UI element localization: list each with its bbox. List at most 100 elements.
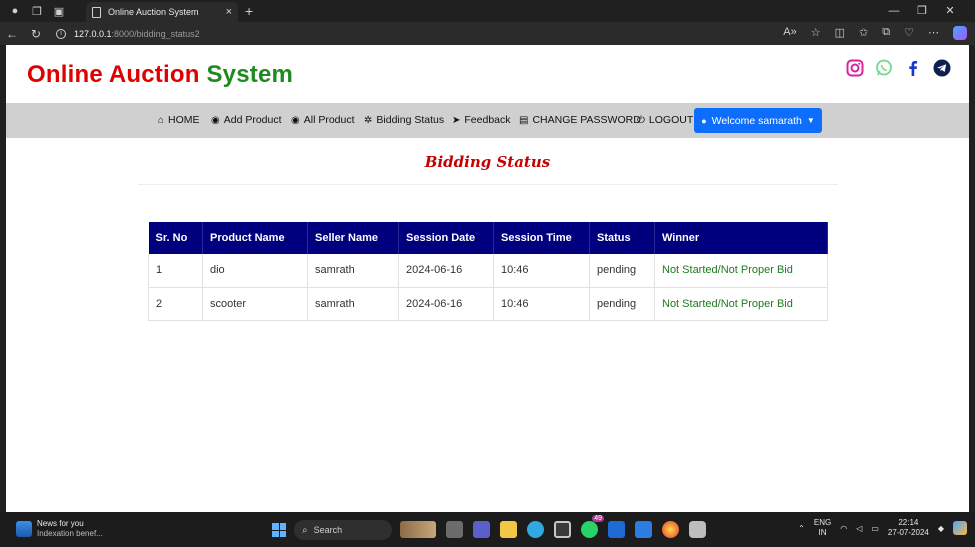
weather-icon bbox=[16, 521, 32, 537]
nav-add-product-label: Add Product bbox=[223, 114, 282, 126]
cell-sr-no: 2 bbox=[148, 287, 203, 321]
wifi-icon[interactable]: ◠ bbox=[840, 524, 847, 533]
database-icon[interactable] bbox=[689, 521, 706, 538]
cell-session-time: 10:46 bbox=[493, 254, 590, 288]
edge-icon[interactable] bbox=[527, 521, 544, 538]
web-page: Online Auction System ⌂ HOME ◉ Add Produ… bbox=[6, 45, 969, 512]
os-taskbar: News for you Indexation benef... ⌕ Searc… bbox=[0, 512, 975, 547]
nav-bidding-status-label: Bidding Status bbox=[376, 114, 445, 126]
instagram-icon[interactable] bbox=[846, 59, 864, 77]
cell-winner: Not Started/Not Proper Bid bbox=[654, 287, 828, 321]
user-icon: ● bbox=[701, 115, 707, 126]
telegram-icon[interactable] bbox=[933, 59, 951, 77]
url-host: 127.0.0.1 bbox=[74, 28, 112, 39]
cell-product-name: dio bbox=[202, 254, 308, 288]
whatsapp-icon[interactable] bbox=[875, 59, 893, 77]
file-explorer-icon[interactable] bbox=[500, 521, 517, 538]
taskbar-search[interactable]: ⌕ Search bbox=[294, 520, 392, 540]
tab-actions-icon[interactable]: ▣ bbox=[52, 4, 66, 18]
show-hidden-icons-icon[interactable]: ⌃ bbox=[798, 524, 805, 533]
col-header-status: Status bbox=[589, 222, 655, 254]
more-icon[interactable]: ⋯ bbox=[928, 26, 939, 40]
url-field[interactable]: i 127.0.0.1 :8000/bidding_status2 bbox=[56, 28, 200, 39]
nav-all-product[interactable]: ◉ All Product bbox=[291, 114, 355, 126]
clock[interactable]: 22:14 27-07-2024 bbox=[888, 518, 929, 538]
cell-seller-name: samrath bbox=[307, 287, 399, 321]
vscode-icon[interactable] bbox=[635, 521, 652, 538]
col-header-product-name: Product Name bbox=[202, 222, 308, 254]
teams-icon[interactable] bbox=[473, 521, 490, 538]
nav-home[interactable]: ⌂ HOME bbox=[158, 114, 200, 126]
cell-sr-no: 1 bbox=[148, 254, 203, 288]
cell-status: pending bbox=[589, 287, 655, 321]
minimize-icon[interactable]: — bbox=[880, 2, 908, 20]
social-links bbox=[846, 59, 951, 77]
close-tab-icon[interactable]: × bbox=[226, 6, 232, 18]
clock-date: 27-07-2024 bbox=[887, 528, 929, 537]
volume-icon[interactable]: ◁ bbox=[856, 524, 862, 533]
language-indicator[interactable]: ENG IN bbox=[814, 518, 831, 538]
browser-tab[interactable]: Online Auction System × bbox=[86, 2, 238, 22]
settings-icon: ✲ bbox=[364, 114, 373, 126]
nav-feedback[interactable]: ➤ Feedback bbox=[452, 114, 511, 126]
store-icon[interactable] bbox=[554, 521, 571, 538]
favorites-icon[interactable]: ✩ bbox=[859, 26, 868, 40]
close-window-icon[interactable]: ✕ bbox=[936, 2, 964, 20]
site-info-icon[interactable]: i bbox=[56, 28, 66, 39]
battery-icon[interactable]: ▭ bbox=[871, 524, 879, 533]
nav-add-product[interactable]: ◉ Add Product bbox=[211, 114, 282, 126]
col-header-session-date: Session Date bbox=[398, 222, 494, 254]
user-menu-button[interactable]: ● Welcome samarath ▼ bbox=[694, 108, 822, 133]
task-view-icon[interactable] bbox=[446, 521, 463, 538]
notification-badge: 49 bbox=[592, 515, 604, 522]
favorite-star-icon[interactable]: ☆ bbox=[811, 26, 821, 40]
copilot-tray-icon[interactable] bbox=[953, 521, 967, 535]
nav-feedback-label: Feedback bbox=[464, 114, 511, 126]
collections-icon[interactable]: ⧉ bbox=[882, 26, 890, 40]
page-icon bbox=[92, 6, 101, 18]
language-code: ENG bbox=[813, 518, 832, 527]
copilot-icon[interactable] bbox=[953, 26, 967, 40]
back-icon[interactable]: ← bbox=[0, 27, 24, 41]
notification-bell-icon[interactable]: ◆ bbox=[938, 524, 944, 533]
browser-essentials-icon[interactable]: ♡ bbox=[904, 26, 914, 40]
browser-tab-bar: ● ❐ ▣ Online Auction System × + — ❐ ✕ bbox=[0, 0, 975, 22]
brand-text-green: System bbox=[206, 61, 294, 88]
notepad-icon[interactable] bbox=[608, 521, 625, 538]
refresh-icon[interactable]: ↻ bbox=[24, 27, 48, 41]
table-row: 1 dio samrath 2024-06-16 10:46 pending N… bbox=[148, 254, 828, 288]
cell-session-date: 2024-06-16 bbox=[398, 254, 494, 288]
welcome-label: Welcome samarath bbox=[711, 114, 802, 127]
main-navbar: ⌂ HOME ◉ Add Product ◉ All Product ✲ Bid… bbox=[6, 103, 969, 138]
chrome-icon[interactable] bbox=[662, 521, 679, 538]
restore-icon[interactable]: ❐ bbox=[908, 2, 936, 20]
news-widget[interactable]: News for you Indexation benef... bbox=[16, 519, 103, 539]
eye-icon: ◉ bbox=[211, 114, 220, 126]
cell-winner: Not Started/Not Proper Bid bbox=[654, 254, 828, 288]
brand-text-red: Online Auction bbox=[27, 61, 200, 88]
search-highlight-icon[interactable] bbox=[400, 521, 436, 538]
site-logo[interactable]: Online Auction System bbox=[27, 61, 293, 89]
workspaces-icon[interactable]: ❐ bbox=[30, 4, 44, 18]
nav-bidding-status[interactable]: ✲ Bidding Status bbox=[364, 114, 444, 126]
caret-down-icon: ▼ bbox=[806, 116, 815, 125]
search-label: Search bbox=[313, 525, 343, 535]
start-icon[interactable] bbox=[272, 523, 286, 537]
region-code: IN bbox=[818, 528, 827, 537]
whatsapp-app-icon[interactable]: 49 bbox=[581, 515, 604, 538]
cell-session-time: 10:46 bbox=[493, 287, 590, 321]
cell-status: pending bbox=[589, 254, 655, 288]
split-screen-icon[interactable]: ◫ bbox=[835, 26, 845, 40]
read-aloud-icon[interactable]: A» bbox=[783, 26, 796, 40]
profile-icon[interactable]: ● bbox=[8, 4, 22, 18]
news-title: News for you bbox=[37, 519, 84, 528]
nav-logout[interactable]: ⏻ LOGOUT bbox=[637, 114, 693, 126]
new-tab-icon[interactable]: + bbox=[245, 3, 253, 19]
power-icon: ⏻ bbox=[637, 114, 645, 126]
pinned-apps: 49 bbox=[400, 515, 706, 538]
cell-session-date: 2024-06-16 bbox=[398, 287, 494, 321]
nav-change-password[interactable]: ▤ CHANGE PASSWORD bbox=[519, 114, 641, 126]
col-header-seller-name: Seller Name bbox=[307, 222, 399, 254]
cell-product-name: scooter bbox=[202, 287, 308, 321]
facebook-icon[interactable] bbox=[904, 59, 922, 77]
